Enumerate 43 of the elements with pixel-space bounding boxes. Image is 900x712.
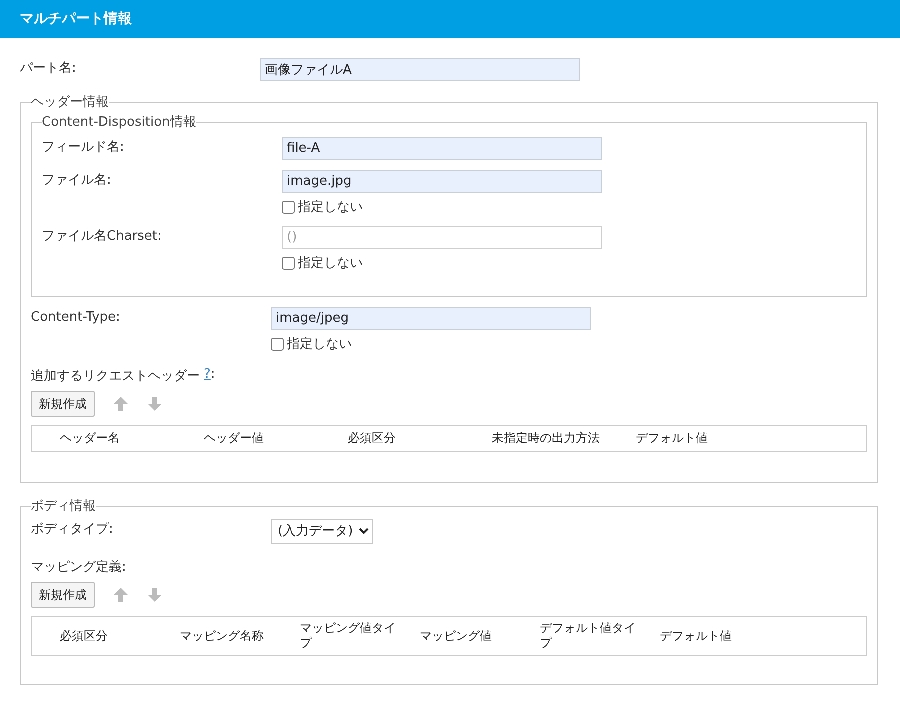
field-label: マッピング定義: xyxy=(31,559,126,576)
new-button[interactable]: 新規作成 xyxy=(31,391,95,417)
arrow-up-icon xyxy=(113,587,129,603)
new-button[interactable]: 新規作成 xyxy=(31,582,95,608)
column-header: 未指定時の出力方法 xyxy=(492,431,601,446)
field-label: フィールド名: xyxy=(42,139,126,157)
column-header: デフォルト値 xyxy=(660,628,733,644)
input-field[interactable]: 画像ファイルA xyxy=(260,58,580,81)
column-header: 必須区分 xyxy=(60,628,109,644)
checkbox[interactable] xyxy=(282,200,295,214)
input-field[interactable]: () xyxy=(282,226,602,249)
column-header: マッピング名称 xyxy=(180,628,265,644)
field-label: ファイル名Charset: xyxy=(42,228,163,246)
column-header: 必須区分 xyxy=(348,431,397,446)
column-header: マッピング値タイプ xyxy=(300,621,397,651)
section-legend: ヘッダー情報 xyxy=(31,93,109,111)
checkbox[interactable] xyxy=(282,256,295,270)
field-label: ファイル名: xyxy=(42,172,112,190)
section-legend: ボディ情報 xyxy=(31,497,96,515)
column-header: マッピング値 xyxy=(420,628,493,644)
input-field[interactable]: image/jpeg xyxy=(271,307,591,330)
arrow-down-icon xyxy=(147,396,163,412)
column-header: ヘッダー名 xyxy=(60,431,121,446)
field-label: パート名: xyxy=(20,60,78,78)
section-legend: Content-Disposition情報 xyxy=(42,113,196,131)
checkbox[interactable] xyxy=(271,338,284,350)
input-field[interactable]: file-A xyxy=(282,137,602,160)
label-colon: : xyxy=(210,367,216,384)
column-header: デフォルト値 xyxy=(636,431,709,446)
column-header: デフォルト値タイプ xyxy=(540,621,637,651)
checkbox-label: 指定しない xyxy=(287,336,352,353)
input-field[interactable]: image.jpg xyxy=(282,170,602,193)
help-link[interactable]: ? xyxy=(204,367,211,385)
field-label: Content-Type: xyxy=(31,309,122,327)
page-title: マルチパート情報 xyxy=(20,10,132,28)
field-label: 追加するリクエストヘッダー xyxy=(31,368,200,385)
arrow-down-icon xyxy=(147,587,163,603)
checkbox-label: 指定しない xyxy=(298,199,363,216)
checkbox-label: 指定しない xyxy=(298,255,363,272)
field-label: ボディタイプ: xyxy=(31,521,114,539)
arrow-up-icon xyxy=(113,396,129,412)
body-type-select[interactable]: (入力データ) xyxy=(271,519,373,544)
column-header: ヘッダー値 xyxy=(204,431,265,446)
